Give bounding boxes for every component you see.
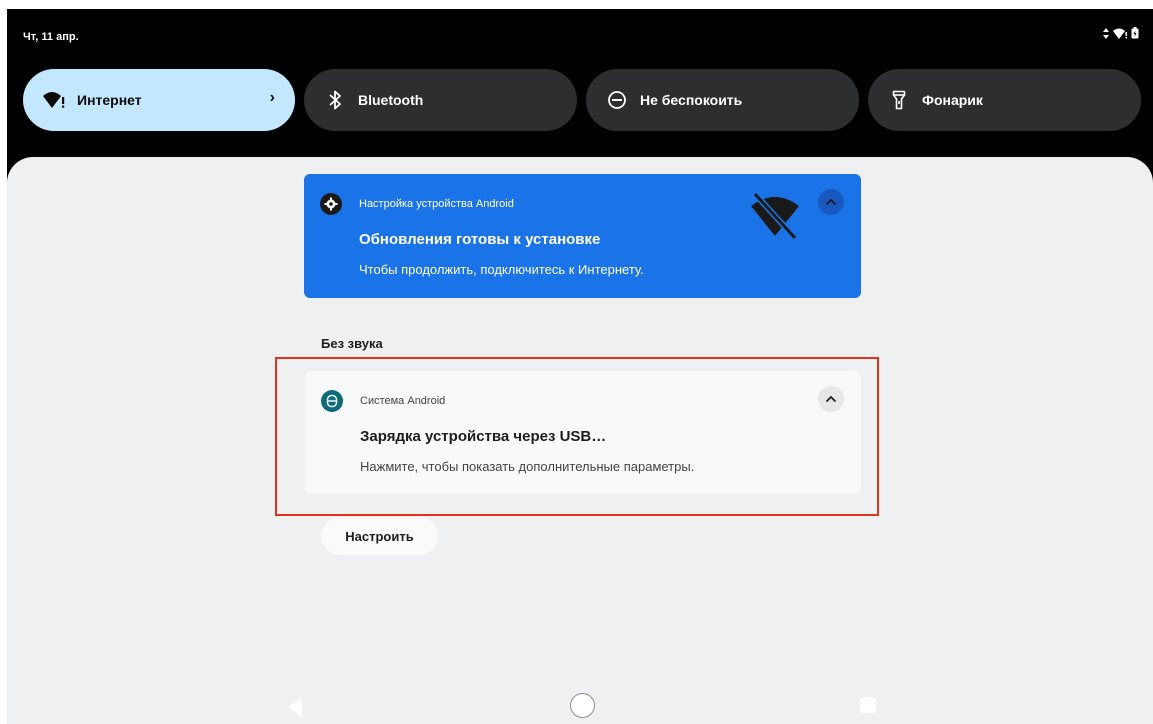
tile-flashlight[interactable]: Фонарик: [868, 69, 1141, 131]
home-icon[interactable]: [570, 693, 595, 718]
chevron-right-icon[interactable]: ›: [270, 89, 275, 107]
flashlight-icon: [888, 89, 910, 111]
wifi-alert-icon: [1113, 26, 1127, 44]
chevron-up-icon: [825, 193, 837, 211]
wifi-off-icon: [749, 191, 801, 245]
highlight-box: [275, 357, 879, 516]
tile-do-not-disturb[interactable]: Не беспокоить: [586, 69, 859, 131]
status-date: Чт, 11 апр.: [23, 31, 79, 43]
recents-icon[interactable]: [860, 697, 876, 713]
tile-internet-label: Интернет: [77, 92, 142, 108]
silent-section-label: Без звука: [321, 336, 383, 351]
do-not-disturb-icon: [606, 89, 628, 111]
tile-bluetooth-label: Bluetooth: [358, 92, 424, 108]
customize-button[interactable]: Настроить: [321, 517, 438, 555]
tile-internet[interactable]: Интернет ›: [23, 69, 295, 131]
tile-flashlight-label: Фонарик: [922, 92, 983, 108]
notification-app-name: Настройка устройства Android: [359, 198, 514, 210]
status-bar: Чт, 11 апр.: [7, 9, 1153, 61]
battery-icon: [1131, 26, 1139, 44]
data-arrows-icon: [1103, 26, 1109, 44]
gear-icon: [320, 193, 342, 215]
tile-bluetooth[interactable]: Bluetooth: [304, 69, 577, 131]
notification-text: Чтобы продолжить, подключитесь к Интерне…: [359, 262, 644, 277]
tile-do-not-disturb-label: Не беспокоить: [640, 92, 743, 108]
screen: Чт, 11 апр. Интернет › Bluetooth Не бесп…: [0, 0, 1153, 724]
wifi-alert-icon: [43, 89, 65, 111]
update-notification[interactable]: Настройка устройства Android Обновления …: [304, 174, 861, 298]
back-icon[interactable]: [288, 697, 302, 722]
bluetooth-icon: [324, 89, 346, 111]
notification-title: Обновления готовы к установке: [359, 231, 601, 248]
collapse-button[interactable]: [818, 189, 844, 215]
status-icons: [1103, 26, 1139, 44]
